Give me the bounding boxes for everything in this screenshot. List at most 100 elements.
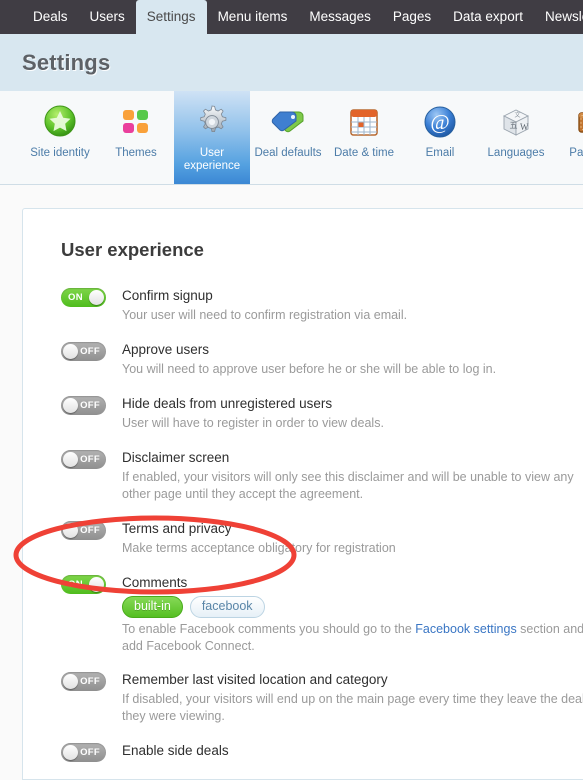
toggle-disclaimer-screen[interactable]: OFF <box>61 450 106 469</box>
setting-description: User will have to register in order to v… <box>122 416 384 430</box>
setting-text-block: Disclaimer screen If enabled, your visit… <box>122 449 583 503</box>
setting-row-approve-users: OFF Approve users You will need to appro… <box>61 341 583 378</box>
setting-text-block: Confirm signup Your user will need to co… <box>122 287 583 324</box>
nav-tab-deals[interactable]: Deals <box>22 0 79 34</box>
nav-tab-label: Users <box>89 9 125 25</box>
setting-description: You will need to approve user before he … <box>122 362 497 376</box>
toolbar-item-themes[interactable]: Themes <box>98 91 174 184</box>
toggle-knob <box>63 523 78 538</box>
toggle-approve-users[interactable]: OFF <box>61 342 106 361</box>
toggle-comments[interactable]: ON <box>61 575 106 594</box>
svg-text:W: W <box>520 122 529 132</box>
svg-text:五: 五 <box>510 121 518 130</box>
setting-label: Remember last visited location and categ… <box>122 672 388 687</box>
toolbar-item-languages[interactable]: 五 W 文 Languages <box>478 91 554 184</box>
nav-tab-newsletters[interactable]: Newsletters <box>534 0 583 34</box>
nav-tab-label: Settings <box>146 9 196 25</box>
setting-text-block: Comments built-in facebook To enable Fac… <box>122 574 583 655</box>
setting-label: Confirm signup <box>122 288 213 303</box>
page-title: Settings <box>22 49 111 75</box>
setting-row-hide-deals: OFF Hide deals from unregistered users U… <box>61 395 583 432</box>
toolbar-item-label: Deal defaults <box>254 147 322 159</box>
toolbar-item-label: Languages <box>487 147 545 159</box>
toggle-state-label: OFF <box>80 346 100 357</box>
toolbar-item-label: Site identity <box>30 147 90 159</box>
toolbar-item-label: Date & time <box>333 147 395 159</box>
setting-description: Make terms acceptance obligatory for reg… <box>122 541 396 555</box>
setting-row-comments: ON Comments built-in facebook To enable … <box>61 574 583 655</box>
toggle-remember-last-location[interactable]: OFF <box>61 672 106 691</box>
color-swatches-icon <box>118 101 154 143</box>
toolbar-item-user-experience[interactable]: User experience <box>174 91 250 184</box>
toolbar-item-email[interactable]: @ Email <box>402 91 478 184</box>
toggle-knob <box>63 452 78 467</box>
toggle-state-label: ON <box>68 579 83 590</box>
toggle-hide-deals[interactable]: OFF <box>61 396 106 415</box>
pill-facebook[interactable]: facebook <box>189 596 265 618</box>
main-navigation-bar: Deals Users Settings Menu items Messages… <box>0 0 583 34</box>
toggle-state-label: OFF <box>80 676 100 687</box>
setting-row-enable-side-deals: OFF Enable side deals <box>61 742 583 762</box>
setting-row-remember-last-location: OFF Remember last visited location and c… <box>61 671 583 725</box>
setting-description: If enabled, your visitors will only see … <box>122 470 574 501</box>
toggle-knob <box>63 344 78 359</box>
setting-label: Enable side deals <box>122 743 229 758</box>
nav-tab-messages[interactable]: Messages <box>298 0 382 34</box>
setting-row-disclaimer-screen: OFF Disclaimer screen If enabled, your v… <box>61 449 583 503</box>
setting-label: Disclaimer screen <box>122 450 230 465</box>
toggle-knob <box>89 577 104 592</box>
wallet-icon <box>575 101 583 143</box>
nav-tab-label: Pages <box>392 9 432 25</box>
svg-text:@: @ <box>430 110 449 134</box>
gear-icon <box>193 101 231 143</box>
section-title: User experience <box>61 239 204 260</box>
toggle-knob <box>63 674 78 689</box>
nav-tab-data-export[interactable]: Data export <box>442 0 534 34</box>
toggle-state-label: OFF <box>80 454 100 465</box>
setting-row-confirm-signup: ON Confirm signup Your user will need to… <box>61 287 583 324</box>
nav-tab-menu-items[interactable]: Menu items <box>207 0 299 34</box>
nav-tab-label: Deals <box>33 9 68 25</box>
nav-tab-pages[interactable]: Pages <box>382 0 442 34</box>
toggle-state-label: OFF <box>80 747 100 758</box>
toggle-knob <box>63 398 78 413</box>
toolbar-item-date-time[interactable]: Date & time <box>326 91 402 184</box>
toggle-terms-and-privacy[interactable]: OFF <box>61 521 106 540</box>
settings-content-card: User experience ON Confirm signup Your u… <box>22 208 583 780</box>
comments-engine-pill-group: built-in facebook <box>122 596 583 618</box>
toolbar-item-payment[interactable]: Payment <box>554 91 583 184</box>
toolbar-item-label: Themes <box>115 147 157 159</box>
setting-text-block: Enable side deals <box>122 742 229 759</box>
price-tags-icon <box>270 101 306 143</box>
toggle-knob <box>63 745 78 760</box>
setting-description: To enable Facebook comments you should g… <box>122 621 583 655</box>
language-cube-icon: 五 W 文 <box>498 101 534 143</box>
nav-tab-label: Newsletters <box>544 9 583 25</box>
nav-tab-settings[interactable]: Settings <box>135 0 207 34</box>
settings-section-toolbar: Site identity Themes User experience Dea… <box>0 91 583 185</box>
page-header-band: Settings <box>0 34 583 91</box>
toggle-state-label: OFF <box>80 525 100 536</box>
nav-tab-users[interactable]: Users <box>79 0 136 34</box>
toolbar-item-deal-defaults[interactable]: Deal defaults <box>250 91 326 184</box>
calendar-icon <box>347 101 381 143</box>
toolbar-item-site-identity[interactable]: Site identity <box>22 91 98 184</box>
setting-row-terms-and-privacy: OFF Terms and privacy Make terms accepta… <box>61 520 583 557</box>
setting-text-block: Approve users You will need to approve u… <box>122 341 583 378</box>
setting-label: Comments <box>122 575 188 590</box>
toggle-state-label: OFF <box>80 400 100 411</box>
nav-tab-label: Messages <box>309 9 371 25</box>
toolbar-item-label: Payment <box>569 147 583 159</box>
at-sign-icon: @ <box>422 101 458 143</box>
toolbar-item-label: Email <box>425 147 455 159</box>
setting-label: Hide deals from unregistered users <box>122 396 333 411</box>
nav-tab-label: Data export <box>453 9 523 25</box>
toolbar-item-label: User experience <box>183 147 241 172</box>
setting-text-block: Terms and privacy Make terms acceptance … <box>122 520 583 557</box>
toggle-confirm-signup[interactable]: ON <box>61 288 106 307</box>
toggle-knob <box>89 290 104 305</box>
pill-built-in[interactable]: built-in <box>122 596 183 618</box>
setting-text-block: Remember last visited location and categ… <box>122 671 583 725</box>
facebook-settings-link[interactable]: Facebook settings <box>415 622 516 636</box>
toggle-enable-side-deals[interactable]: OFF <box>61 743 106 762</box>
